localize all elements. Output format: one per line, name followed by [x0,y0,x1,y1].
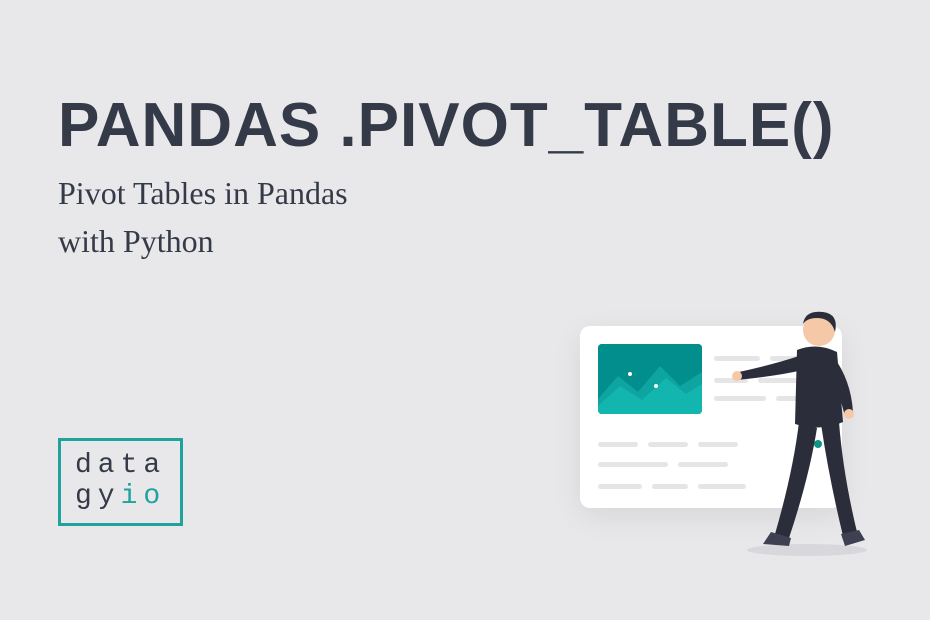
text-content: PANDAS .PIVOT_TABLE() Pivot Tables in Pa… [58,95,835,265]
subtitle-line-1: Pivot Tables in Pandas [58,175,348,211]
datagy-logo: data gyio [58,438,183,526]
hero-illustration [580,298,890,558]
list-row [598,484,746,489]
placeholder-line [678,462,728,467]
page-title: PANDAS .PIVOT_TABLE() [58,95,835,157]
placeholder-line [598,462,668,467]
logo-line-1: data [75,451,166,482]
placeholder-line [652,484,688,489]
person-pointing-icon [725,302,885,558]
subtitle-line-2: with Python [58,223,214,259]
placeholder-line [598,442,638,447]
placeholder-line [648,442,688,447]
area-chart-icon [598,344,702,414]
placeholder-line [598,484,642,489]
list-row [598,462,728,467]
logo-line-2: gyio [75,482,166,513]
page-subtitle: Pivot Tables in Pandas with Python [58,169,835,265]
